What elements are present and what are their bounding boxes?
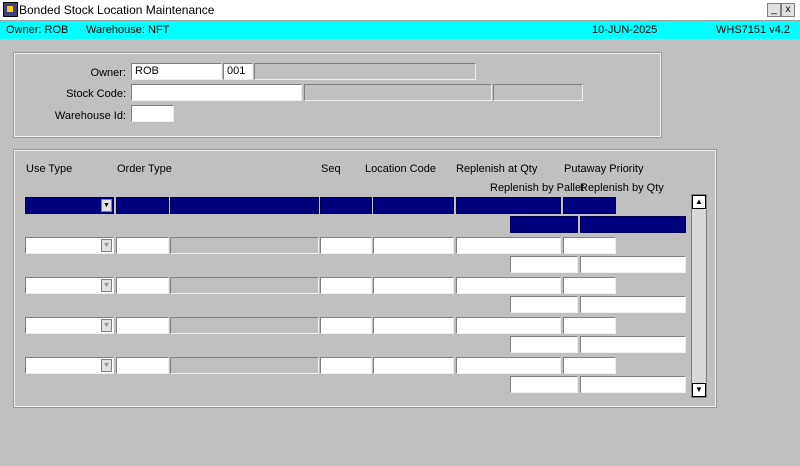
warehouse-id-label: Warehouse Id: (54, 110, 126, 122)
chevron-down-icon[interactable]: ▼ (101, 239, 112, 252)
owner-description (254, 63, 476, 80)
order-type-field[interactable] (116, 237, 169, 254)
replenish-by-qty-field[interactable] (580, 216, 686, 233)
owner-info: Owner: ROB (6, 24, 69, 36)
col-putaway-priority: Putaway Priority (564, 163, 644, 175)
replenish-by-pallet-field[interactable] (510, 216, 578, 233)
replenish-by-pallet-field[interactable] (510, 376, 578, 393)
putaway-priority-field[interactable] (563, 317, 616, 334)
minimize-button[interactable]: _ (767, 3, 781, 17)
col-replenish-by-qty: Replenish by Qty (580, 182, 664, 194)
stock-code-field[interactable] (131, 84, 302, 101)
replenish-by-pallet-field[interactable] (510, 256, 578, 273)
stock-description (304, 84, 492, 101)
location-code-field[interactable] (373, 277, 454, 294)
chevron-down-icon[interactable]: ▼ (101, 319, 112, 332)
app-icon (3, 2, 18, 17)
col-location-code: Location Code (365, 163, 436, 175)
putaway-priority-field[interactable] (563, 237, 616, 254)
chevron-down-icon[interactable]: ▼ (101, 359, 112, 372)
seq-field[interactable] (320, 317, 372, 334)
order-type-field[interactable] (116, 317, 169, 334)
location-code-field[interactable] (373, 237, 454, 254)
replenish-by-qty-field[interactable] (580, 296, 686, 313)
replenish-at-qty-field[interactable] (456, 197, 561, 214)
order-type-field[interactable] (116, 197, 169, 214)
owner-field[interactable]: ROB (131, 63, 222, 80)
replenish-by-qty-field[interactable] (580, 336, 686, 353)
window-title: Bonded Stock Location Maintenance (19, 3, 215, 17)
order-type-description (170, 197, 319, 214)
info-bar: Owner: ROB Warehouse: NFT 10-JUN-2025 WH… (0, 21, 800, 39)
seq-field[interactable] (320, 277, 372, 294)
stock-code-label: Stock Code: (66, 88, 126, 100)
use-type-combo[interactable]: ▼ (25, 237, 114, 254)
replenish-at-qty-field[interactable] (456, 237, 561, 254)
putaway-priority-field[interactable] (563, 277, 616, 294)
use-type-combo[interactable]: ▼ (25, 317, 114, 334)
order-type-field[interactable] (116, 357, 169, 374)
location-code-field[interactable] (373, 317, 454, 334)
chevron-down-icon[interactable]: ▼ (101, 199, 112, 212)
replenish-by-pallet-field[interactable] (510, 296, 578, 313)
use-type-combo[interactable]: ▼ (25, 277, 114, 294)
stock-extra (493, 84, 583, 101)
location-code-field[interactable] (373, 197, 454, 214)
use-type-combo[interactable]: ▼ (25, 357, 114, 374)
order-type-field[interactable] (116, 277, 169, 294)
seq-field[interactable] (320, 237, 372, 254)
warehouse-id-field[interactable] (131, 105, 174, 122)
use-type-combo[interactable]: ▼ (25, 197, 114, 214)
replenish-at-qty-field[interactable] (456, 277, 561, 294)
scroll-up-button[interactable]: ▲ (692, 195, 706, 209)
program-info: WHS7151 v4.2 (716, 24, 790, 36)
replenish-at-qty-field[interactable] (456, 317, 561, 334)
replenish-by-qty-field[interactable] (580, 256, 686, 273)
col-use-type: Use Type (26, 163, 73, 175)
order-type-description (170, 357, 319, 374)
owner-label: Owner: (90, 67, 126, 79)
location-code-field[interactable] (373, 357, 454, 374)
order-type-description (170, 237, 319, 254)
scroll-down-button[interactable]: ▼ (692, 383, 706, 397)
col-replenish-by-pallet: Replenish by Pallet (490, 182, 585, 194)
title-bar: Bonded Stock Location Maintenance _ x (0, 0, 800, 21)
col-replenish-at-qty: Replenish at Qty (456, 163, 538, 175)
seq-field[interactable] (320, 197, 372, 214)
date-info: 10-JUN-2025 (592, 24, 658, 36)
putaway-priority-field[interactable] (563, 197, 616, 214)
order-type-description (170, 277, 319, 294)
close-button[interactable]: x (781, 3, 795, 17)
replenish-by-qty-field[interactable] (580, 376, 686, 393)
chevron-down-icon[interactable]: ▼ (101, 279, 112, 292)
warehouse-info: Warehouse: NFT (86, 24, 170, 36)
replenish-by-pallet-field[interactable] (510, 336, 578, 353)
putaway-priority-field[interactable] (563, 357, 616, 374)
col-order-type: Order Type (117, 163, 172, 175)
col-seq: Seq (321, 163, 341, 175)
vertical-scrollbar[interactable]: ▲ ▼ (691, 194, 707, 398)
owner-code-field[interactable]: 001 (223, 63, 253, 80)
replenish-at-qty-field[interactable] (456, 357, 561, 374)
order-type-description (170, 317, 319, 334)
seq-field[interactable] (320, 357, 372, 374)
